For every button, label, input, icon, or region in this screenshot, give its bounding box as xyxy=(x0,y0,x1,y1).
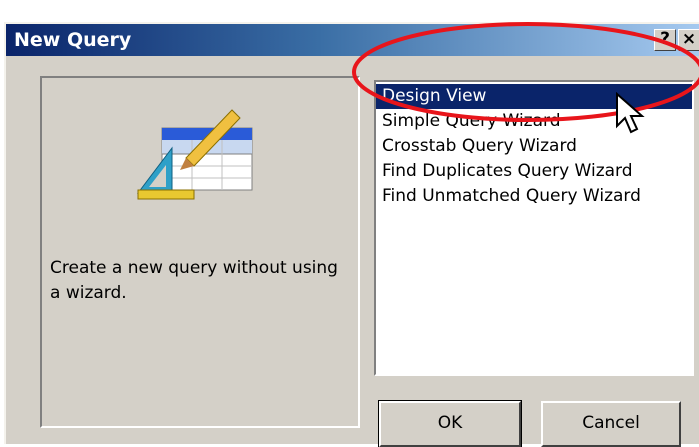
title-bar[interactable]: New Query ? × xyxy=(6,24,699,56)
query-design-icon xyxy=(136,109,253,200)
ok-button[interactable]: OK xyxy=(378,400,522,447)
preview-panel: Create a new query without using a wizar… xyxy=(40,76,360,428)
list-item-crosstab-query-wizard[interactable]: Crosstab Query Wizard xyxy=(376,134,692,159)
list-item-find-duplicates-query-wizard[interactable]: Find Duplicates Query Wizard xyxy=(376,159,692,184)
list-item-find-unmatched-query-wizard[interactable]: Find Unmatched Query Wizard xyxy=(376,184,692,209)
close-icon[interactable]: × xyxy=(678,29,699,51)
mouse-pointer-icon xyxy=(616,92,645,134)
cancel-button[interactable]: Cancel xyxy=(541,401,681,447)
help-icon[interactable]: ? xyxy=(654,29,676,51)
new-query-dialog: New Query ? × Create a new query without… xyxy=(4,22,699,447)
dialog-title: New Query xyxy=(14,29,132,51)
preview-description: Create a new query without using a wizar… xyxy=(50,258,338,303)
